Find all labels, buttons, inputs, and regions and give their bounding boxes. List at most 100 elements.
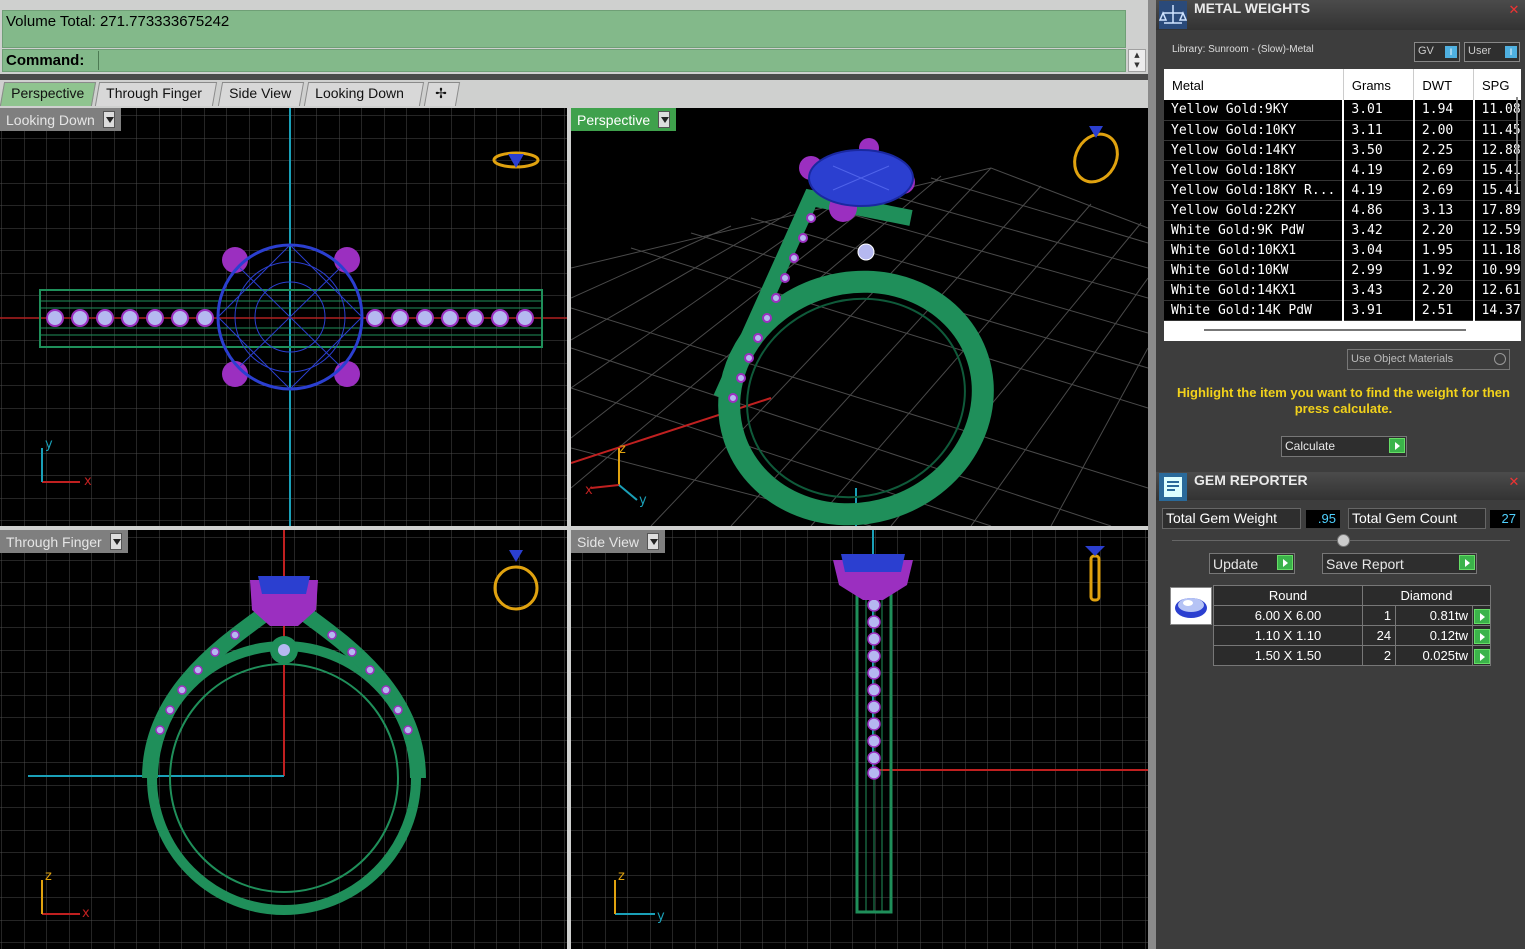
command-line[interactable]: Command:: [2, 49, 1126, 72]
svg-text:x: x: [84, 474, 92, 489]
table-cell: 10.99: [1473, 260, 1521, 281]
total-gem-count-label: Total Gem Count: [1348, 508, 1486, 529]
user-toggle[interactable]: User I: [1464, 42, 1520, 62]
column-header[interactable]: DWT: [1413, 69, 1475, 100]
table-cell: White Gold:9K PdW: [1164, 220, 1345, 241]
table-cell: Yellow Gold:22KY: [1164, 200, 1345, 221]
viewport-perspective[interactable]: z x y Perspective: [571, 108, 1148, 526]
gem-reporter-header: GEM REPORTER ✕: [1156, 472, 1525, 501]
command-input[interactable]: [98, 51, 1125, 70]
command-label: Command:: [6, 52, 85, 69]
gem-select-button[interactable]: [1472, 605, 1491, 626]
table-cell: 4.19: [1343, 160, 1415, 181]
table-cell: 2.51: [1413, 300, 1475, 321]
table-cell: 1.95: [1413, 240, 1475, 261]
viewport-tabs: Perspective Through Finger Side View Loo…: [0, 80, 1148, 106]
table-vertical-scrollbar[interactable]: [1516, 97, 1518, 187]
svg-text:z: z: [618, 869, 625, 884]
table-row[interactable]: Yellow Gold:18KY R... 4.19 2.69 15.41: [1164, 180, 1521, 201]
table-row[interactable]: White Gold:9K PdW 3.42 2.20 12.59: [1164, 220, 1521, 241]
tab-perspective[interactable]: Perspective: [0, 82, 97, 106]
total-gem-weight-value: .95: [1306, 510, 1340, 528]
gv-toggle[interactable]: GV I: [1414, 42, 1460, 62]
gem-weight: 0.12tw: [1395, 625, 1473, 646]
tab-through-finger[interactable]: Through Finger: [94, 82, 218, 106]
table-cell: 11.45: [1473, 120, 1521, 141]
table-cell: 3.01: [1343, 100, 1415, 121]
table-horizontal-scrollbar[interactable]: [1204, 329, 1466, 331]
table-row[interactable]: White Gold:10KX1 3.04 1.95 11.18: [1164, 240, 1521, 261]
metal-weights-table: Metal Grams DWT SPG Yellow Gold:9KY 3.01 1.94…: [1164, 69, 1521, 341]
add-tab-button[interactable]: ✢: [423, 82, 461, 106]
right-panel: METAL WEIGHTS ✕ Library: Sunroom - (Slow…: [1156, 0, 1525, 949]
gem-row[interactable]: 1.10 X 1.10 24 0.12tw: [1213, 625, 1491, 646]
instruction-text: Highlight the item you want to find the …: [1177, 385, 1510, 416]
panel-divider[interactable]: [1148, 0, 1156, 949]
looking-down-render: y x: [0, 108, 567, 526]
dropdown-icon[interactable]: [658, 111, 671, 128]
update-button[interactable]: Update: [1209, 553, 1295, 574]
scroll-down-icon[interactable]: ▼: [1134, 61, 1139, 69]
table-cell: 2.20: [1413, 220, 1475, 241]
tab-side-view[interactable]: Side View: [217, 82, 305, 106]
round-gem-icon: [1170, 587, 1212, 625]
save-report-button[interactable]: Save Report: [1322, 553, 1477, 574]
table-cell: 14.37: [1473, 300, 1521, 321]
table-row[interactable]: White Gold:10KW 2.99 1.92 10.99: [1164, 260, 1521, 281]
gem-row[interactable]: 1.50 X 1.50 2 0.025tw: [1213, 645, 1491, 666]
gem-weight: 0.025tw: [1395, 645, 1473, 666]
table-cell: 12.88: [1473, 140, 1521, 161]
table-row[interactable]: White Gold:14KX1 3.43 2.20 12.61: [1164, 280, 1521, 301]
table-cell: 3.13: [1413, 200, 1475, 221]
viewport-label-looking-down[interactable]: Looking Down: [0, 108, 121, 131]
gem-count: 2: [1361, 645, 1397, 666]
dropdown-icon[interactable]: [109, 533, 122, 550]
table-row[interactable]: Yellow Gold:10KY 3.11 2.00 11.45: [1164, 120, 1521, 141]
tab-looking-down[interactable]: Looking Down: [303, 82, 425, 106]
table-cell: 12.59: [1473, 220, 1521, 241]
perspective-render: z x y: [571, 126, 1148, 526]
table-row[interactable]: Yellow Gold:18KY 4.19 2.69 15.41: [1164, 160, 1521, 181]
table-cell: 1.92: [1413, 260, 1475, 281]
gem-select-button[interactable]: [1472, 645, 1491, 666]
gem-select-button[interactable]: [1472, 625, 1491, 646]
table-row[interactable]: Yellow Gold:9KY 3.01 1.94 11.08: [1164, 100, 1521, 121]
slider-handle[interactable]: [1337, 534, 1350, 547]
column-header[interactable]: Grams: [1343, 69, 1415, 100]
viewport-label-perspective[interactable]: Perspective: [571, 108, 677, 131]
play-icon[interactable]: [1473, 648, 1490, 664]
scroll-up-icon[interactable]: ▲: [1134, 51, 1139, 59]
table-cell: 11.08: [1473, 100, 1521, 121]
table-cell: Yellow Gold:9KY: [1164, 100, 1345, 121]
command-bar: Volume Total: 271.773333675242 Command: …: [0, 0, 1148, 74]
viewport-label-through-finger[interactable]: Through Finger: [0, 530, 128, 553]
command-scroll-arrows[interactable]: ▲ ▼: [1128, 49, 1146, 72]
play-icon[interactable]: [1473, 628, 1490, 644]
viewport-looking-down[interactable]: y x Looking Down: [0, 108, 567, 526]
svg-text:x: x: [585, 483, 593, 498]
column-header[interactable]: SPG: [1473, 69, 1521, 100]
total-gem-count-value: 27: [1490, 510, 1520, 528]
table-row[interactable]: Yellow Gold:22KY 4.86 3.13 17.89: [1164, 200, 1521, 221]
dropdown-icon[interactable]: [102, 111, 115, 128]
close-icon[interactable]: ✕: [1507, 475, 1521, 490]
viewport-label-side-view[interactable]: Side View: [571, 530, 666, 553]
viewport-side-view[interactable]: z y Side View: [571, 530, 1148, 949]
gem-row[interactable]: 6.00 X 6.00 1 0.81tw: [1213, 605, 1491, 626]
use-object-materials-toggle[interactable]: Use Object Materials: [1347, 349, 1510, 370]
table-header: Metal Grams DWT SPG: [1164, 69, 1521, 100]
table-cell: 2.00: [1413, 120, 1475, 141]
radio-icon[interactable]: [1494, 353, 1506, 365]
close-icon[interactable]: ✕: [1507, 3, 1521, 18]
table-row[interactable]: Yellow Gold:14KY 3.50 2.25 12.88: [1164, 140, 1521, 161]
play-icon: [1459, 555, 1475, 570]
table-row[interactable]: White Gold:14K PdW 3.91 2.51 14.37: [1164, 300, 1521, 321]
table-cell: 4.19: [1343, 180, 1415, 201]
calculate-button[interactable]: Calculate: [1281, 436, 1407, 457]
play-icon[interactable]: [1473, 608, 1490, 624]
table-cell: White Gold:14K PdW: [1164, 300, 1345, 321]
viewport-through-finger[interactable]: z x Through Finger: [0, 530, 567, 949]
column-header[interactable]: Metal: [1164, 69, 1344, 100]
metal-weights-header: METAL WEIGHTS ✕: [1156, 0, 1525, 30]
dropdown-icon[interactable]: [647, 533, 660, 550]
